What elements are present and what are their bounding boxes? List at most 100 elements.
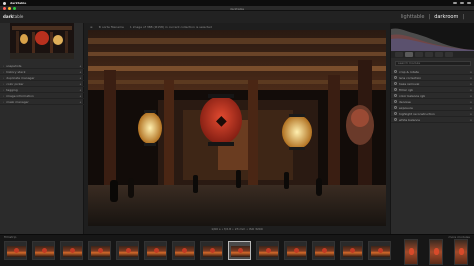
power-icon[interactable] [394,76,397,79]
sort-control[interactable]: ★ sorte filename [99,25,124,29]
wifi-icon[interactable] [453,2,457,4]
image-exif-info: 1/60 s • f/2.8 • 23 mm • ISO 3200 [211,227,263,231]
expand-arrow-icon: › [3,81,5,86]
lantern-icon [70,248,75,253]
presets-icon[interactable]: ≡ [469,76,472,80]
view-darkroom[interactable]: darkroom [434,14,458,20]
view-more[interactable]: | [462,14,464,20]
expand-arrow-icon: › [3,99,5,104]
left-panel: › snapshots ◂ › history stack ◂ › duplicate m… [0,23,84,234]
expand-arrow-icon: › [3,75,5,80]
filmstrip-thumbnail-selected[interactable] [228,241,251,260]
filmstrip-thumbnail[interactable] [368,241,391,260]
filmstrip-label: filmstrip [4,235,17,239]
power-icon[interactable] [394,70,397,73]
histogram[interactable] [391,23,474,51]
power-icon[interactable] [394,82,397,85]
lantern-icon [294,248,299,253]
lantern-icon [126,248,131,253]
presets-icon[interactable]: ≡ [469,94,472,98]
lantern-icon [14,248,19,253]
chevron-icon: ◂ [79,75,81,80]
filmstrip-thumbnail[interactable] [4,241,27,260]
chevron-icon: ◂ [79,63,81,68]
power-icon[interactable] [394,100,397,103]
lantern-icon [154,248,159,253]
main-image[interactable]: ◆ [88,30,386,226]
module-white-balance[interactable]: white balance ≡ [391,117,474,123]
tab-effect-modules[interactable] [445,52,453,57]
tab-correct-modules[interactable] [435,52,443,57]
filmstrip-thumbnail[interactable] [404,239,418,265]
filmstrip-thumbnail[interactable] [256,241,279,260]
lantern-icon [378,248,383,253]
filmstrip-thumbnail[interactable] [144,241,167,260]
presets-icon[interactable]: ≡ [469,112,472,116]
battery-icon[interactable] [460,2,464,4]
center-view: ≡ ★ sorte filename 1 image of 388 (#158)… [84,23,390,234]
menu-icon[interactable]: ≡ [90,25,93,29]
chevron-icon: ◂ [79,93,81,98]
filmstrip-thumbnail[interactable] [172,241,195,260]
presets-icon[interactable]: ≡ [469,82,472,86]
presets-icon[interactable]: ≡ [469,106,472,110]
filmstrip-thumbnail[interactable] [312,241,335,260]
lantern-icon [98,248,103,253]
expand-arrow-icon: › [3,93,5,98]
right-panel: search module crop & rotate ≡ lens correc… [390,23,474,234]
tab-tone-modules[interactable] [415,52,423,57]
presets-icon[interactable]: ≡ [469,100,472,104]
navigation-preview[interactable] [10,23,74,59]
expand-arrow-icon: › [3,63,5,68]
clock-icon[interactable] [467,2,471,4]
lantern-icon [42,248,47,253]
power-icon[interactable] [394,118,397,121]
thumbnail-image [434,248,439,255]
module-search-input[interactable]: search module [395,61,471,66]
selection-info: 1 image of 388 (#158) in current collect… [129,24,212,29]
filmstrip-thumbnail[interactable] [116,241,139,260]
presets-icon[interactable]: ≡ [469,88,472,92]
presets-icon[interactable]: ≡ [469,70,472,74]
thumbnail-image [409,248,414,255]
filmstrip-thumbnail[interactable] [88,241,111,260]
lantern-icon [350,248,355,253]
processing-module-list: crop & rotate ≡ lens correction ≡ haze rem… [391,69,474,123]
filmstrip-thumbnail[interactable] [284,241,307,260]
lantern-icon [210,248,215,253]
filmstrip-thumbnail[interactable] [340,241,363,260]
power-icon[interactable] [394,112,397,115]
power-icon[interactable] [394,88,397,91]
lantern-icon [182,248,187,253]
view-lighttable[interactable]: lighttable [401,14,425,20]
tab-active-modules[interactable] [395,52,403,57]
presets-icon[interactable]: ≡ [469,118,472,122]
lantern-icon [238,248,243,253]
filmstrip-thumbnail[interactable] [454,239,468,265]
expand-arrow-icon: › [3,69,5,74]
module-mask-manager[interactable]: › mask manager ◂ [0,99,84,105]
chevron-icon: ◂ [79,99,81,104]
filmstrip-thumbnail[interactable] [60,241,83,260]
filmstrip-thumbnail[interactable] [429,239,443,265]
system-status-icons [453,2,471,4]
chevron-icon: ◂ [79,87,81,92]
expand-arrow-icon: › [3,87,5,92]
power-icon[interactable] [394,106,397,109]
filmstrip-thumbnail[interactable] [200,241,223,260]
module-group-tabs [391,51,474,58]
power-icon[interactable] [394,94,397,97]
filmstrip-thumbnails [4,241,391,260]
left-module-list: › snapshots ◂ › history stack ◂ › duplicate m… [0,63,84,105]
filmstrip: filmstrip more modules [0,234,474,266]
apple-icon[interactable] [3,1,6,5]
chevron-icon: ◂ [79,81,81,86]
tab-color-modules[interactable] [425,52,433,57]
view-separator: | [428,14,431,20]
lantern-icon [322,248,327,253]
chevron-icon: ◂ [79,69,81,74]
menubar-app-name[interactable]: darktable [10,1,26,5]
tab-base-modules[interactable] [405,52,413,57]
filmstrip-header: filmstrip more modules [0,235,474,239]
filmstrip-thumbnail[interactable] [32,241,55,260]
